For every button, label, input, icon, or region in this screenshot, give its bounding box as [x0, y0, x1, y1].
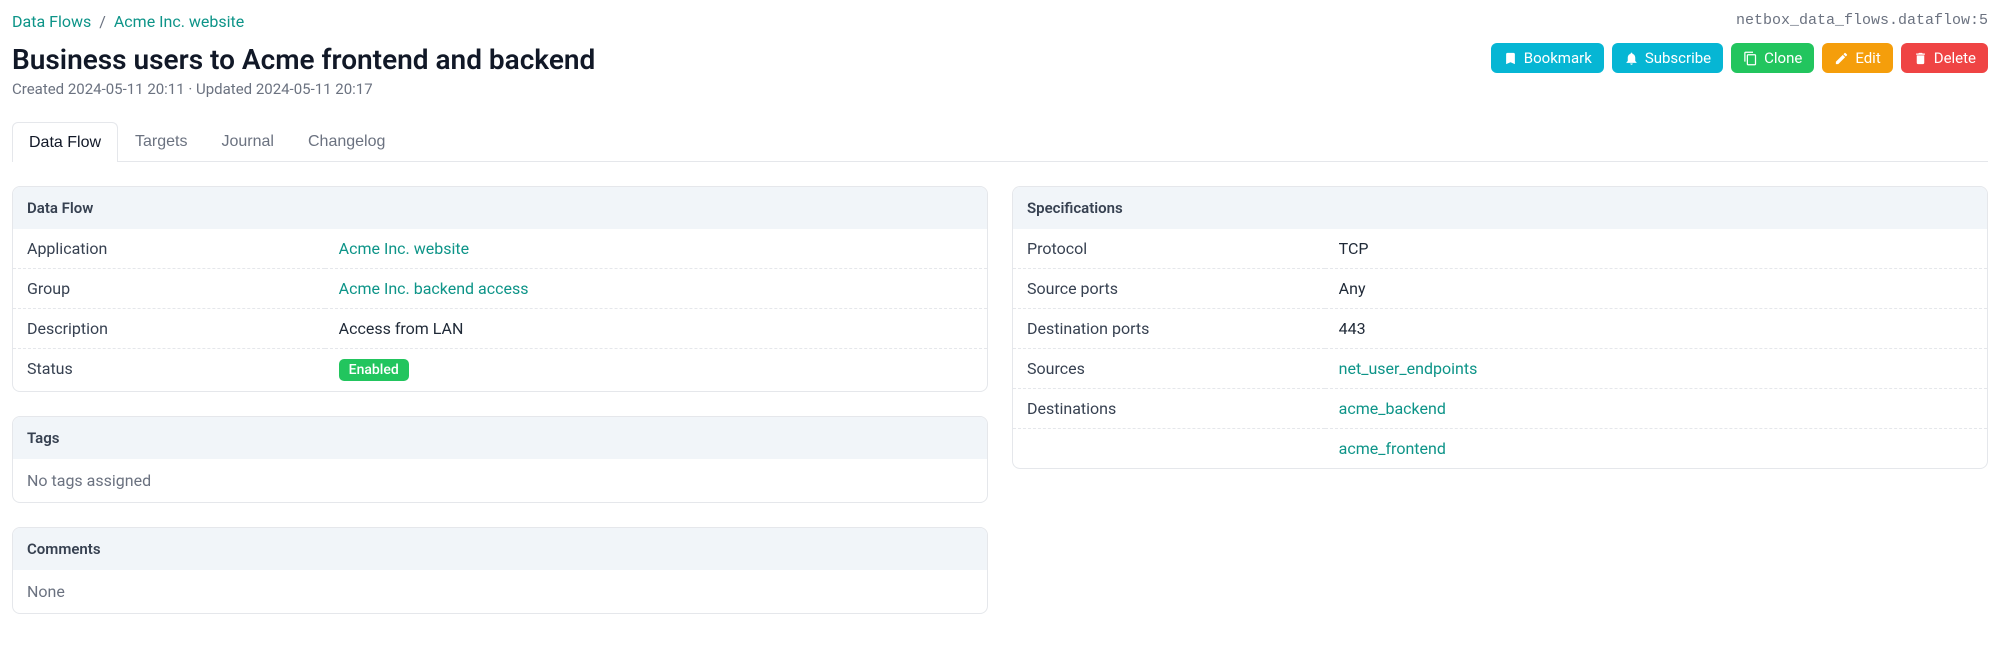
bookmark-icon: [1503, 51, 1518, 66]
destinations-label: Destinations: [1013, 389, 1325, 429]
description-value: Access from LAN: [325, 309, 987, 349]
table-row: Group Acme Inc. backend access: [13, 269, 987, 309]
sources-label: Sources: [1013, 349, 1325, 389]
trash-icon: [1913, 51, 1928, 66]
object-identifier: netbox_data_flows.dataflow:5: [1736, 12, 1988, 29]
specifications-card: Specifications Protocol TCP Source ports…: [1012, 186, 1988, 469]
destination-ports-label: Destination ports: [1013, 309, 1325, 349]
subscribe-button[interactable]: Subscribe: [1612, 43, 1723, 73]
action-buttons: Bookmark Subscribe Clone Edit Delete: [1491, 43, 1988, 73]
delete-button[interactable]: Delete: [1901, 43, 1988, 73]
table-row: Status Enabled: [13, 349, 987, 392]
tab-dataflow[interactable]: Data Flow: [12, 122, 118, 162]
subscribe-label: Subscribe: [1645, 49, 1711, 67]
group-label: Group: [13, 269, 325, 309]
comments-card-body: None: [13, 570, 987, 613]
protocol-label: Protocol: [1013, 229, 1325, 269]
page-meta: Created 2024-05-11 20:11 · Updated 2024-…: [12, 80, 595, 98]
tab-targets[interactable]: Targets: [118, 122, 204, 161]
table-row: Application Acme Inc. website: [13, 229, 987, 269]
table-row: acme_frontend: [1013, 429, 1987, 469]
pencil-icon: [1834, 51, 1849, 66]
tab-journal[interactable]: Journal: [205, 122, 291, 161]
sources-link[interactable]: net_user_endpoints: [1339, 359, 1478, 378]
dataflow-card-header: Data Flow: [13, 187, 987, 229]
breadcrumb-separator: /: [99, 12, 106, 31]
table-row: Destinations acme_backend: [1013, 389, 1987, 429]
tags-card-body: No tags assigned: [13, 459, 987, 502]
table-row: Source ports Any: [1013, 269, 1987, 309]
application-link[interactable]: Acme Inc. website: [339, 239, 469, 258]
source-ports-value: Any: [1325, 269, 1987, 309]
breadcrumb: Data Flows / Acme Inc. website: [12, 12, 244, 31]
destinations-label-empty: [1013, 429, 1325, 469]
status-badge: Enabled: [339, 359, 409, 381]
edit-button[interactable]: Edit: [1822, 43, 1892, 73]
destination-link-2[interactable]: acme_frontend: [1339, 439, 1446, 458]
group-link[interactable]: Acme Inc. backend access: [339, 279, 529, 298]
comments-card-header: Comments: [13, 528, 987, 570]
clone-label: Clone: [1764, 49, 1802, 67]
application-label: Application: [13, 229, 325, 269]
bookmark-label: Bookmark: [1524, 49, 1592, 67]
table-row: Description Access from LAN: [13, 309, 987, 349]
status-label: Status: [13, 349, 325, 392]
destination-ports-value: 443: [1325, 309, 1987, 349]
page-title: Business users to Acme frontend and back…: [12, 43, 595, 76]
comments-card: Comments None: [12, 527, 988, 614]
edit-label: Edit: [1855, 49, 1880, 67]
tab-changelog[interactable]: Changelog: [291, 122, 402, 161]
dataflow-card: Data Flow Application Acme Inc. website …: [12, 186, 988, 392]
protocol-value: TCP: [1325, 229, 1987, 269]
table-row: Destination ports 443: [1013, 309, 1987, 349]
clone-button[interactable]: Clone: [1731, 43, 1814, 73]
breadcrumb-parent[interactable]: Acme Inc. website: [114, 12, 244, 31]
breadcrumb-root[interactable]: Data Flows: [12, 12, 91, 31]
specifications-card-header: Specifications: [1013, 187, 1987, 229]
table-row: Protocol TCP: [1013, 229, 1987, 269]
description-label: Description: [13, 309, 325, 349]
delete-label: Delete: [1934, 49, 1976, 67]
bell-icon: [1624, 51, 1639, 66]
copy-icon: [1743, 51, 1758, 66]
tabs: Data Flow Targets Journal Changelog: [12, 122, 1988, 162]
destination-link-1[interactable]: acme_backend: [1339, 399, 1446, 418]
tags-card: Tags No tags assigned: [12, 416, 988, 503]
tags-card-header: Tags: [13, 417, 987, 459]
source-ports-label: Source ports: [1013, 269, 1325, 309]
table-row: Sources net_user_endpoints: [1013, 349, 1987, 389]
bookmark-button[interactable]: Bookmark: [1491, 43, 1604, 73]
